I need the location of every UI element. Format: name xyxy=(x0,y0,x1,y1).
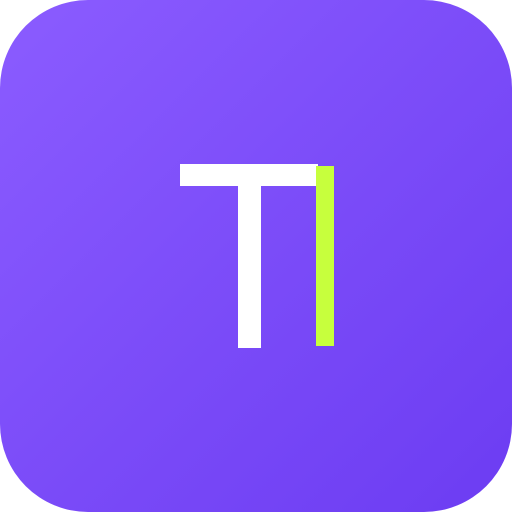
cursor-bar xyxy=(316,166,334,346)
t-cursor-logo-icon xyxy=(180,164,334,348)
app-icon xyxy=(0,0,512,512)
t-stem xyxy=(238,164,261,348)
